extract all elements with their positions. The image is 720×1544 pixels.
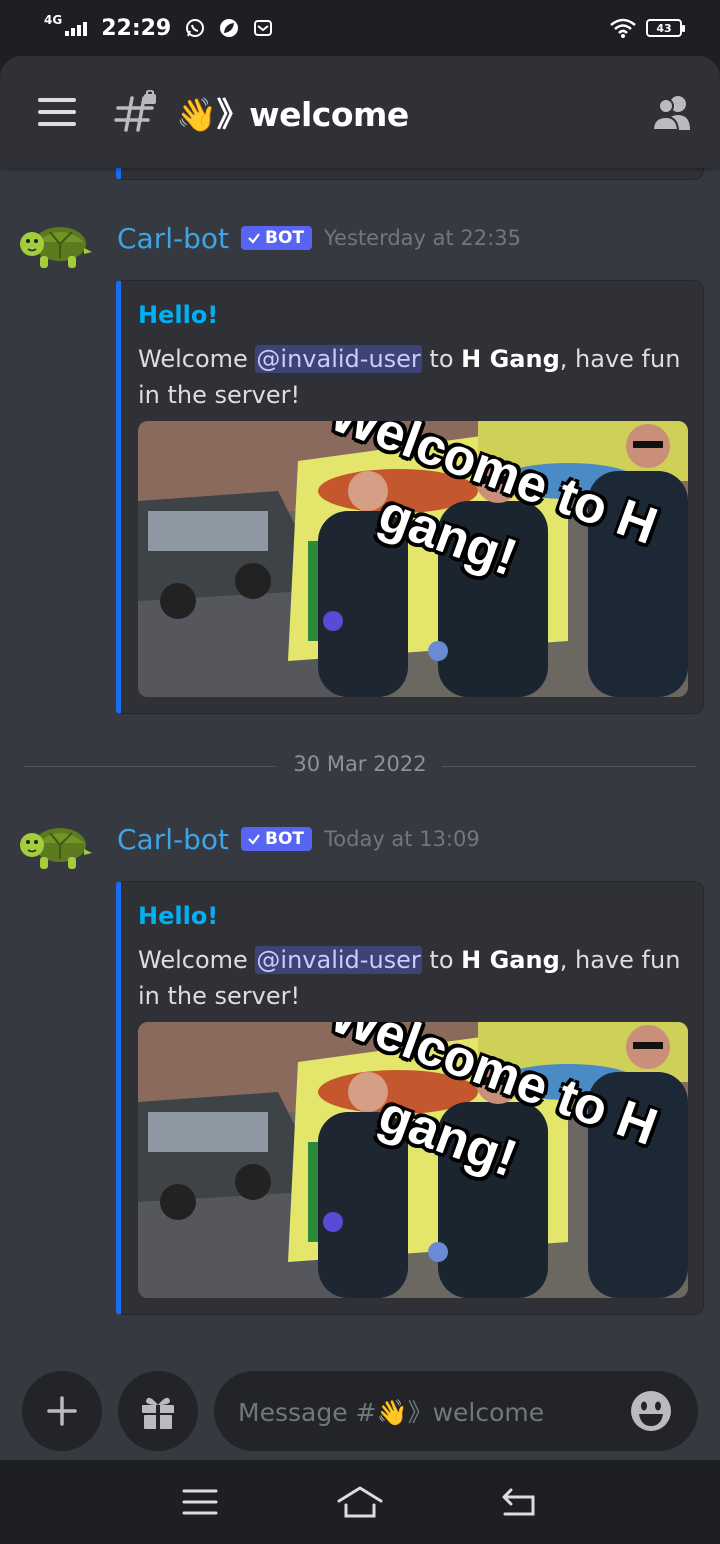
back-button[interactable]	[495, 1482, 545, 1522]
android-nav-bar	[0, 1460, 720, 1544]
author-name[interactable]: Carl-bot	[117, 222, 229, 255]
wifi-icon	[610, 18, 636, 38]
welcome-embed: Hello! Welcome @invalid-user to H Gang, …	[116, 881, 704, 1315]
channel-panel: 👋》welcome Carl-bot BOT Yesterday at 22:3…	[0, 56, 720, 1460]
desc-text: to	[421, 345, 462, 373]
message-timestamp: Yesterday at 22:35	[324, 226, 521, 250]
server-name: H Gang	[461, 345, 560, 373]
welcome-embed: Hello! Welcome @invalid-user to H Gang, …	[116, 280, 704, 714]
embed-description: Welcome @invalid-user to H Gang, have fu…	[138, 942, 698, 1014]
leaf-app-icon	[220, 19, 239, 37]
turtle-avatar-icon[interactable]	[16, 218, 92, 274]
desc-text: Welcome	[138, 946, 256, 974]
recents-button[interactable]	[175, 1482, 225, 1522]
whatsapp-icon	[186, 19, 205, 37]
add-attachment-button[interactable]	[22, 1371, 102, 1451]
emoji-icon[interactable]	[630, 1390, 672, 1432]
user-mention[interactable]: @invalid-user	[255, 345, 422, 373]
welcome-gif[interactable]: Welcome to H gang!	[138, 1022, 688, 1298]
recents-icon	[182, 1489, 218, 1515]
plus-icon	[47, 1396, 77, 1426]
locked-hash-icon	[114, 90, 156, 132]
check-icon	[248, 834, 260, 845]
user-mention[interactable]: @invalid-user	[255, 946, 422, 974]
message-input[interactable]: Message #👋》welcome	[214, 1371, 698, 1451]
message-timestamp: Today at 13:09	[324, 827, 480, 851]
bot-tag: BOT	[241, 827, 313, 851]
embed-title: Hello!	[138, 902, 219, 930]
gift-button[interactable]	[118, 1371, 198, 1451]
bot-tag-label: BOT	[265, 228, 305, 248]
battery-icon: 43	[646, 19, 685, 37]
server-name: H Gang	[461, 946, 560, 974]
date-divider: 30 Mar 2022	[24, 752, 696, 776]
message-input-placeholder: Message #👋》welcome	[238, 1398, 545, 1427]
back-icon	[502, 1488, 535, 1516]
turtle-avatar-icon[interactable]	[16, 819, 92, 875]
date-divider-label: 30 Mar 2022	[293, 752, 427, 776]
mail-notification-icon	[254, 20, 273, 36]
desc-text: Welcome	[138, 345, 256, 373]
welcome-gif[interactable]: Welcome to H gang!	[138, 421, 688, 697]
embed-description: Welcome @invalid-user to H Gang, have fu…	[138, 341, 698, 413]
home-icon	[337, 1486, 383, 1518]
bot-tag-label: BOT	[265, 829, 305, 849]
members-icon[interactable]	[650, 90, 694, 134]
message-composer: Message #👋》welcome	[0, 1362, 720, 1460]
gif-caption: Welcome to H gang!	[138, 421, 688, 697]
signal-indicator: 4G	[44, 14, 88, 36]
gif-caption: Welcome to H gang!	[138, 1022, 688, 1298]
channel-header: 👋》welcome	[0, 56, 720, 168]
home-button[interactable]	[335, 1482, 385, 1522]
hamburger-icon[interactable]	[38, 98, 76, 126]
battery-level: 43	[656, 21, 672, 35]
signal-bars-icon	[65, 20, 88, 36]
gift-icon	[142, 1397, 174, 1429]
author-name[interactable]: Carl-bot	[117, 823, 229, 856]
embed-title: Hello!	[138, 301, 219, 329]
bot-tag: BOT	[241, 226, 313, 250]
desc-text: to	[421, 946, 462, 974]
status-time: 22:29	[101, 15, 172, 41]
network-type: 4G	[44, 13, 63, 27]
status-bar: 4G 22:29 43	[0, 0, 720, 56]
channel-title: 👋》welcome	[176, 95, 409, 134]
check-icon	[248, 233, 260, 244]
